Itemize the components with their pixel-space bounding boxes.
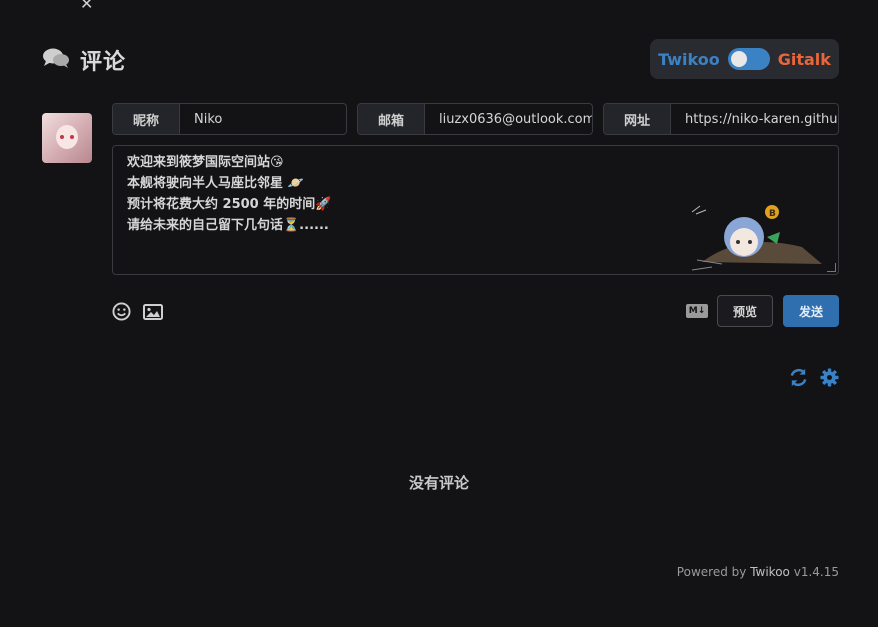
markdown-icon: M↓ <box>686 304 708 318</box>
email-field[interactable]: 邮箱 liuzx0636@outlook.com <box>357 103 593 135</box>
powered-by: Powered by Twikoo v1.4.15 <box>677 565 839 579</box>
partial-top-icon: ✕ <box>80 0 94 13</box>
nickname-label: 昵称 <box>113 104 180 134</box>
preview-button[interactable]: 预览 <box>717 295 773 327</box>
send-button[interactable]: 发送 <box>783 295 839 327</box>
comment-line: 欢迎来到筱梦国际空间站😘 <box>127 155 284 170</box>
comment-line: 本舰将驶向半人马座比邻星 🪐 <box>127 176 304 191</box>
refresh-icon[interactable] <box>788 367 809 392</box>
comment-textarea[interactable]: 欢迎来到筱梦国际空间站😘 本舰将驶向半人马座比邻星 🪐 预计将花费大约 2500… <box>112 145 839 275</box>
email-label: 邮箱 <box>358 104 425 134</box>
avatar-eye <box>60 135 64 139</box>
mascot-image: B <box>691 205 822 271</box>
powered-by-text: Powered by <box>676 565 747 579</box>
email-input[interactable]: liuzx0636@outlook.com <box>425 104 592 134</box>
switch-right-label[interactable]: Gitalk <box>778 50 831 69</box>
twikoo-link[interactable]: Twikoo <box>750 565 790 579</box>
editor-tools <box>112 302 163 325</box>
resize-handle[interactable] <box>827 263 836 272</box>
smile-icon[interactable] <box>112 302 131 325</box>
no-comments-text: 没有评论 <box>408 474 469 492</box>
comments-header: 评论 <box>42 44 126 76</box>
avatar <box>42 113 92 163</box>
avatar-eye <box>70 135 74 139</box>
nickname-field[interactable]: 昵称 Niko <box>112 103 347 135</box>
svg-text:B: B <box>769 209 776 219</box>
switch-left-label[interactable]: Twikoo <box>658 50 720 69</box>
page-title: 评论 <box>80 50 127 75</box>
comment-system-switch[interactable]: Twikoo Gitalk <box>650 39 839 79</box>
toggle-knob <box>730 51 747 67</box>
website-input[interactable]: https://niko-karen.github.io <box>671 104 838 134</box>
comments-icon <box>42 46 70 74</box>
nickname-input[interactable]: Niko <box>180 104 346 134</box>
website-label: 网址 <box>604 104 671 134</box>
website-field[interactable]: 网址 https://niko-karen.github.io <box>603 103 839 135</box>
image-icon[interactable] <box>143 303 163 324</box>
toggle-switch[interactable] <box>727 48 770 70</box>
gear-icon[interactable] <box>820 368 839 391</box>
version-text: v1.4.15 <box>793 565 839 579</box>
